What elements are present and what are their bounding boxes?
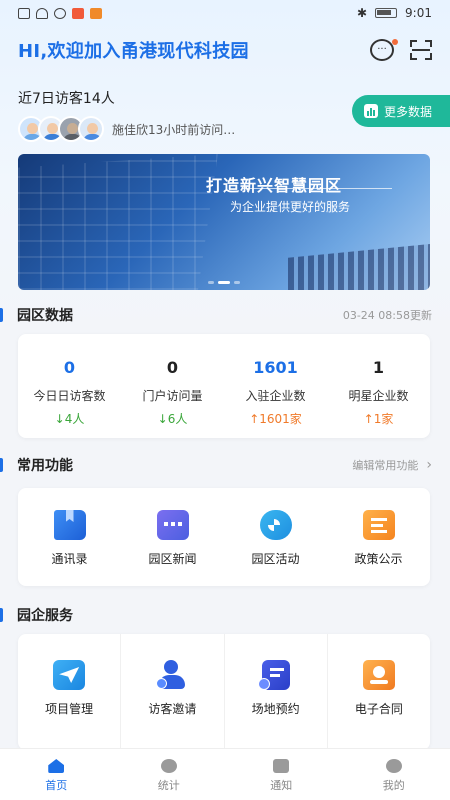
func-activities[interactable]: 园区活动 — [224, 488, 327, 586]
status-bar: ✱ 9:01 — [0, 0, 450, 26]
stat-label: 门户访问量 — [142, 389, 203, 403]
wifi-icon — [36, 7, 48, 19]
tab-label: 我的 — [382, 779, 405, 792]
stat-value: 0 — [166, 358, 179, 377]
avatar — [78, 116, 104, 142]
section-title: 园企服务 — [0, 605, 73, 625]
func-contacts[interactable]: 通讯录 — [18, 488, 121, 586]
more-data-button[interactable]: 更多数据 — [352, 95, 450, 127]
bottom-tab-bar: 首页 统计 通知 我的 — [0, 748, 450, 800]
contacts-book-icon — [53, 510, 86, 540]
carousel-dot[interactable] — [218, 281, 230, 284]
profile-icon — [385, 759, 402, 773]
stat-value: 1601 — [253, 358, 298, 377]
visitor-summary: 近7日访客14人 施佳欣13小时前访问… — [18, 88, 235, 142]
update-time: 03-24 08:58更新 — [342, 309, 432, 322]
svc-project-management[interactable]: 项目管理 — [18, 634, 122, 750]
sim-icon — [18, 7, 30, 19]
banner-divider — [242, 188, 392, 189]
svc-label: 访客邀请 — [148, 702, 197, 716]
stat-value: 1 — [372, 358, 385, 377]
message-icon[interactable]: ··· — [370, 39, 398, 61]
edit-functions-link[interactable]: 编辑常用功能 › — [352, 457, 432, 473]
mail-notification-icon — [72, 7, 84, 19]
home-icon — [48, 759, 65, 773]
svc-label: 场地预约 — [251, 702, 300, 716]
svc-e-contract[interactable]: 电子合同 — [328, 634, 430, 750]
policy-document-icon — [362, 510, 395, 540]
enterprise-services-header: 园企服务 — [0, 604, 432, 626]
unread-dot — [392, 39, 398, 45]
visitor-avatars[interactable] — [18, 116, 104, 142]
page-title: HI,欢迎加入甬港现代科技园 — [18, 41, 249, 62]
enterprise-services-card: 项目管理 访客邀请 场地预约 电子合同 — [18, 634, 430, 750]
more-data-label: 更多数据 — [384, 104, 433, 119]
tab-profile[interactable]: 我的 — [338, 749, 450, 800]
stat-delta: ↑1家 — [363, 412, 394, 426]
carousel-dot[interactable] — [234, 281, 240, 284]
promo-banner[interactable]: 打造新兴智慧园区 为企业提供更好的服务 — [18, 154, 430, 290]
building-graphic — [288, 244, 430, 290]
func-policy[interactable]: 政策公示 — [327, 488, 430, 586]
carousel-dot[interactable] — [208, 281, 214, 284]
func-label: 政策公示 — [354, 552, 403, 566]
notification-icon — [273, 759, 290, 773]
func-label: 园区新闻 — [148, 552, 197, 566]
tab-label: 首页 — [45, 779, 68, 792]
sync-icon — [54, 7, 66, 19]
tab-notifications[interactable]: 通知 — [225, 749, 338, 800]
common-functions-card: 通讯录 园区新闻 园区活动 政策公示 — [18, 488, 430, 586]
stat-portal-visits[interactable]: 0 门户访问量 ↓6人 — [121, 334, 224, 438]
section-title: 常用功能 — [0, 455, 73, 475]
park-stats-card: 0 今日日访客数 ↓4人 0 门户访问量 ↓6人 1601 入驻企业数 ↑160… — [18, 334, 430, 438]
stat-star-companies[interactable]: 1 明星企业数 ↑1家 — [327, 334, 430, 438]
common-functions-header: 常用功能 编辑常用功能 › — [0, 454, 432, 476]
svc-venue-booking[interactable]: 场地预约 — [225, 634, 328, 750]
building-graphic — [18, 154, 218, 290]
section-title: 园区数据 — [0, 305, 73, 325]
stat-delta: ↓6人 — [157, 412, 188, 426]
add-visitor-icon — [156, 660, 188, 690]
bluetooth-icon: ✱ — [356, 6, 368, 20]
stat-today-visitors[interactable]: 0 今日日访客数 ↓4人 — [18, 334, 121, 438]
paper-plane-icon — [53, 660, 86, 690]
banner-title: 打造新兴智慧园区 — [206, 176, 343, 195]
video-notification-icon — [90, 7, 102, 19]
visitor-count: 近7日访客14人 — [18, 91, 115, 107]
park-data-header: 园区数据 03-24 08:58更新 — [0, 304, 432, 326]
chevron-right-icon: › — [426, 457, 432, 473]
banner-subtitle: 为企业提供更好的服务 — [230, 200, 351, 214]
status-time: 9:01 — [405, 6, 432, 20]
stat-resident-companies[interactable]: 1601 入驻企业数 ↑1601家 — [224, 334, 327, 438]
func-label: 通讯录 — [51, 552, 88, 566]
carousel-dots — [208, 281, 240, 284]
edit-functions-label: 编辑常用功能 — [352, 459, 419, 472]
tab-label: 通知 — [270, 779, 293, 792]
tab-home[interactable]: 首页 — [0, 749, 113, 800]
bar-chart-icon — [364, 104, 378, 118]
func-news[interactable]: 园区新闻 — [121, 488, 224, 586]
statistics-icon — [160, 759, 177, 773]
recent-visitor-text: 施佳欣13小时前访问… — [112, 122, 236, 137]
func-label: 园区活动 — [251, 552, 300, 566]
tab-label: 统计 — [157, 779, 180, 792]
svc-visitor-invite[interactable]: 访客邀请 — [121, 634, 225, 750]
stat-label: 入驻企业数 — [245, 389, 306, 403]
tab-statistics[interactable]: 统计 — [113, 749, 226, 800]
venue-booking-icon — [257, 660, 290, 690]
activity-gamepad-icon — [259, 510, 292, 540]
stat-delta: ↓4人 — [54, 412, 85, 426]
app-header: HI,欢迎加入甬港现代科技园 ··· — [18, 36, 432, 64]
stat-delta: ↑1601家 — [249, 412, 302, 426]
stat-label: 明星企业数 — [348, 389, 409, 403]
e-contract-icon — [362, 660, 395, 690]
battery-icon — [375, 8, 398, 18]
stat-value: 0 — [63, 358, 76, 377]
scan-icon[interactable] — [410, 40, 432, 60]
stat-label: 今日日访客数 — [33, 389, 106, 403]
svc-label: 电子合同 — [354, 702, 403, 716]
news-chat-icon — [156, 510, 189, 540]
svc-label: 项目管理 — [45, 702, 94, 716]
